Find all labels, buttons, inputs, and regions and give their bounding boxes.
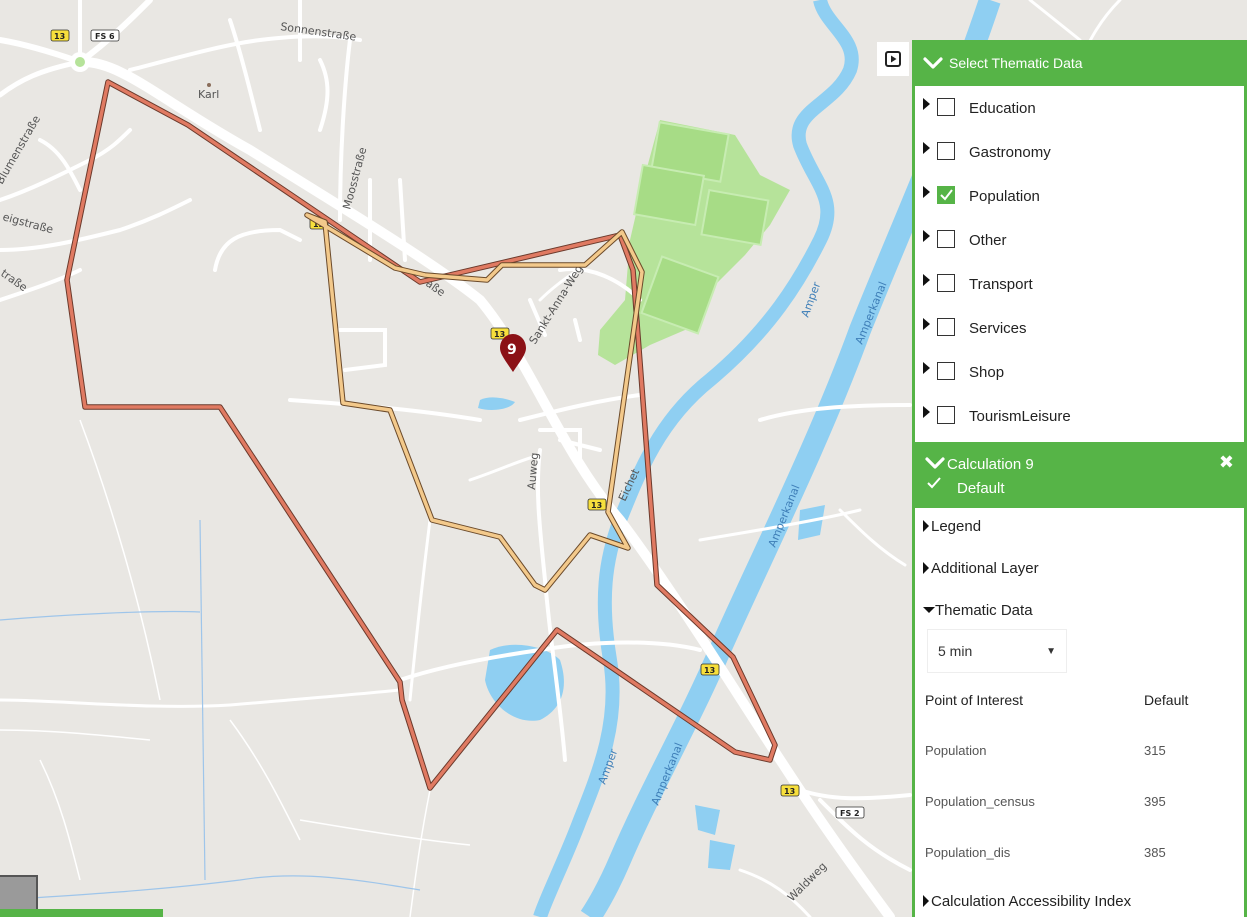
svg-text:FS 6: FS 6 [95,32,115,41]
category-education[interactable]: Education [915,86,1244,130]
category-transport[interactable]: Transport [915,262,1244,306]
cell-value: 385 [1144,845,1166,860]
time-select[interactable]: 5 min ▼ [927,629,1067,673]
column-header-default: Default [1144,692,1189,708]
expand-arrow-icon [923,562,929,574]
category-checkbox[interactable] [937,362,955,380]
cell-value: 315 [1144,743,1166,758]
toggle-panel-button[interactable] [877,42,909,76]
category-population[interactable]: Population [915,174,1244,218]
category-checkbox[interactable] [937,98,955,116]
legend-section[interactable]: Legend [923,518,981,535]
category-checkbox[interactable] [937,230,955,248]
collapse-arrow-icon [923,607,935,613]
thematic-data-title: Select Thematic Data [949,55,1083,71]
cell-poi: Population_census [925,794,1035,809]
road-shield: 13 [587,498,607,511]
side-panel: Select Thematic Data Education Gastronom… [912,40,1247,917]
category-services[interactable]: Services [915,306,1244,350]
svg-text:13: 13 [591,501,602,510]
roundabout-center [75,57,85,67]
marker-label: 9 [507,342,517,358]
legend-label: Legend [931,518,982,535]
calculation-header[interactable]: Calculation 9 Default ✖ [915,442,1244,508]
expand-arrow-icon [923,895,929,907]
expand-arrow-icon[interactable] [923,98,930,110]
category-label: Transport [969,276,1033,293]
additional-layer-label: Additional Layer [931,560,1039,577]
label-karl: Karl [198,88,219,101]
calculation-title: Calculation 9 [947,456,1034,473]
expand-arrow-icon[interactable] [923,362,930,374]
svg-text:13: 13 [54,32,65,41]
category-label: Education [969,100,1036,117]
expand-arrow-icon[interactable] [923,186,930,198]
expand-arrow-icon[interactable] [923,406,930,418]
thematic-data-header[interactable]: Select Thematic Data [915,40,1244,86]
table-row: Population_census 395 [925,794,1166,809]
category-label: Gastronomy [969,144,1051,161]
expand-arrow-icon [923,520,929,532]
poi-dot [207,83,211,87]
road-shield: FS 2 [835,806,865,819]
category-checkbox[interactable] [937,274,955,292]
road-shield: 13 [780,784,800,797]
expand-arrow-icon[interactable] [923,142,930,154]
category-gastronomy[interactable]: Gastronomy [915,130,1244,174]
chevron-down-icon [925,457,945,469]
category-checkbox[interactable] [937,318,955,336]
cell-poi: Population_dis [925,845,1011,860]
additional-layer-section[interactable]: Additional Layer [923,560,1039,577]
svg-text:13: 13 [784,787,795,796]
accessibility-index-label: Calculation Accessibility Index [931,893,1132,910]
category-checkbox[interactable] [937,142,955,160]
svg-text:13: 13 [494,330,505,339]
accessibility-index-section[interactable]: Calculation Accessibility Index [923,893,1131,910]
calculation-scenario: Default [957,480,1005,497]
dropdown-arrow-icon: ▼ [1046,645,1056,657]
category-tourismleisure[interactable]: TourismLeisure [915,394,1244,438]
expand-arrow-icon[interactable] [923,230,930,242]
cell-poi: Population [925,743,987,758]
checkmark-icon [940,189,953,201]
category-label: TourismLeisure [969,408,1071,425]
column-header-poi: Point of Interest [925,692,1024,708]
chevron-down-icon [923,57,943,69]
check-icon [927,477,941,489]
play-icon [885,51,901,67]
bottom-green-bar[interactable] [0,909,163,917]
category-label: Shop [969,364,1005,381]
table-row: Population 315 [925,743,1166,758]
category-label: Services [969,320,1027,337]
svg-text:FS 2: FS 2 [840,809,860,818]
time-select-value: 5 min [938,643,973,659]
category-shop[interactable]: Shop [915,350,1244,394]
category-list: Education Gastronomy Population Other Tr… [915,86,1244,438]
thematic-data-label: Thematic Data [935,602,1033,619]
expand-arrow-icon[interactable] [923,318,930,330]
expand-arrow-icon[interactable] [923,274,930,286]
table-row: Population_dis 385 [925,845,1166,860]
cell-value: 395 [1144,794,1166,809]
category-label: Population [969,188,1040,205]
thematic-data-section[interactable]: Thematic Data [923,602,1033,619]
road-shield: FS 6 [90,29,120,42]
category-label: Other [969,232,1007,249]
category-other[interactable]: Other [915,218,1244,262]
road-shield: 13 [700,663,720,676]
svg-text:13: 13 [704,666,715,675]
close-icon[interactable]: ✖ [1219,452,1234,473]
table-header: Point of Interest Default [925,692,1188,708]
road-shield: 13 [50,29,70,42]
category-checkbox[interactable] [937,186,955,204]
category-checkbox[interactable] [937,406,955,424]
